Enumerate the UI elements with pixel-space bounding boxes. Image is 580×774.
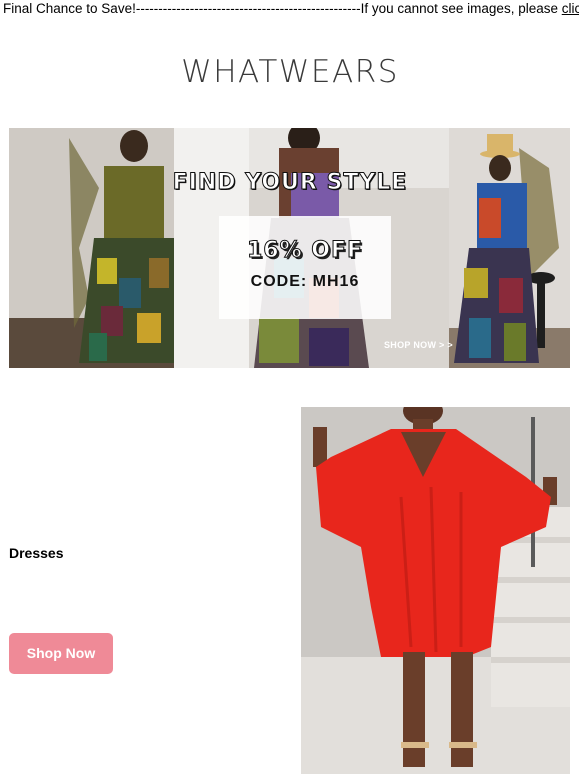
promo-code-box: 16% OFF CODE: MH16 [219,216,391,319]
preheader-text: Final Chance to Save!-------------------… [3,1,562,16]
shop-now-button[interactable]: Shop Now [9,633,113,674]
dress-product-image[interactable] [301,407,570,774]
discount-text: 16% OFF [246,238,364,264]
view-images-link[interactable]: click here [562,1,579,16]
banner-headline: FIND YOUR STYLE [172,170,408,196]
brand-logo[interactable]: WHATWEARS [0,54,580,90]
dress-photo [301,407,570,774]
category-title: Dresses [9,545,64,561]
promo-code-text: CODE: MH16 [250,273,360,290]
banner-shop-now-link[interactable]: SHOP NOW > > [384,339,456,352]
preheader: Final Chance to Save!-------------------… [3,1,579,17]
